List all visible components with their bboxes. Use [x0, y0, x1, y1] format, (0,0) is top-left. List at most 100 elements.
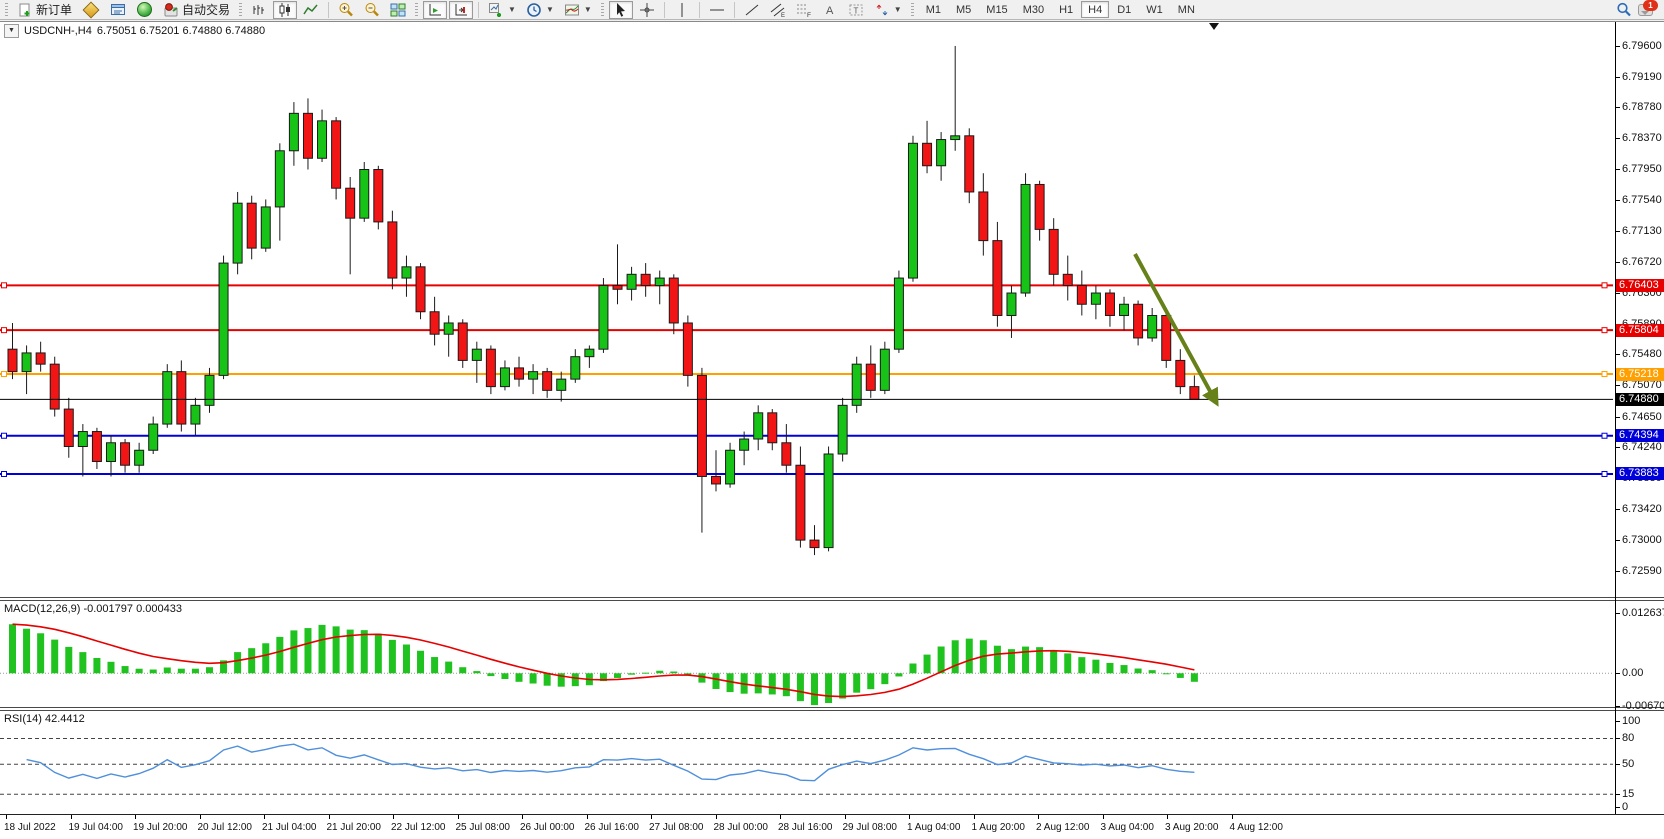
- timeframe-h4[interactable]: H4: [1081, 1, 1109, 18]
- hline-handle[interactable]: [1602, 433, 1607, 438]
- indicators-button[interactable]: ▼: [484, 1, 520, 19]
- macd-bar: [1135, 669, 1142, 674]
- candle-body: [697, 375, 706, 476]
- macd-bar: [1078, 657, 1085, 673]
- horizontal-line-tool-button[interactable]: [705, 1, 729, 19]
- search-icon[interactable]: [1616, 2, 1632, 18]
- cursor-icon: [613, 2, 629, 18]
- hline-handle[interactable]: [1602, 283, 1607, 288]
- templates-button[interactable]: ▼: [560, 1, 596, 19]
- periods-button[interactable]: ▼: [522, 1, 558, 19]
- toolbar-grip[interactable]: [911, 3, 914, 17]
- tile-windows-button[interactable]: [386, 1, 410, 19]
- macd-bar: [909, 663, 916, 673]
- zoom-in-button[interactable]: [334, 1, 358, 19]
- candle-body: [1148, 315, 1157, 337]
- news-button[interactable]: [132, 1, 157, 19]
- data-window-icon: [110, 2, 126, 18]
- toolbar-grip[interactable]: [239, 3, 242, 17]
- zoom-out-button[interactable]: [360, 1, 384, 19]
- svg-text:T: T: [853, 6, 858, 15]
- time-axis-label: 2 Aug 12:00: [1036, 822, 1089, 833]
- arrows-tool-button[interactable]: ▼: [870, 1, 906, 19]
- time-axis-label: 26 Jul 00:00: [520, 822, 575, 833]
- macd-bar: [9, 624, 16, 673]
- chart-shift-button[interactable]: [449, 1, 473, 19]
- dropdown-caret-icon: ▼: [894, 5, 902, 14]
- auto-scroll-button[interactable]: [423, 1, 447, 19]
- hline-handle[interactable]: [2, 328, 7, 333]
- data-window-button[interactable]: [106, 1, 130, 19]
- hline-handle[interactable]: [1602, 372, 1607, 377]
- macd-bar: [895, 673, 902, 676]
- timeframe-m15[interactable]: M15: [979, 1, 1014, 18]
- timeframe-m5[interactable]: M5: [949, 1, 978, 18]
- candle-body: [472, 349, 481, 360]
- macd-canvas[interactable]: [0, 601, 1615, 707]
- macd-bar: [530, 673, 537, 683]
- macd-bar: [966, 639, 973, 674]
- trendline-tool-button[interactable]: [740, 1, 764, 19]
- one-click-trading-toggle[interactable]: ▼: [4, 24, 19, 38]
- text-tool-button[interactable]: A: [818, 1, 842, 19]
- macd-bar: [825, 673, 832, 703]
- hline-handle[interactable]: [2, 471, 7, 476]
- candle-body: [712, 476, 721, 483]
- candle-body: [332, 121, 341, 188]
- timeframe-m30[interactable]: M30: [1016, 1, 1051, 18]
- main-chart-pane[interactable]: ▼ USDCNH-,H4 6.75051 6.75201 6.74880 6.7…: [0, 22, 1664, 597]
- rsi-pane[interactable]: RSI(14) 42.4412: [0, 711, 1664, 814]
- candle-body: [360, 169, 369, 218]
- hline-handle[interactable]: [2, 372, 7, 377]
- toolbar-grip[interactable]: [5, 3, 8, 17]
- toolbar-grip[interactable]: [415, 3, 418, 17]
- price-chart-canvas[interactable]: [0, 22, 1615, 597]
- hline-handle[interactable]: [2, 433, 7, 438]
- rsi-canvas[interactable]: [0, 711, 1615, 814]
- timeframe-mn[interactable]: MN: [1171, 1, 1202, 18]
- text-label-tool-button[interactable]: T: [844, 1, 868, 19]
- notifications-button[interactable]: 1: [1638, 2, 1656, 18]
- timeframe-w1[interactable]: W1: [1139, 1, 1170, 18]
- candlestick-mode-button[interactable]: [273, 1, 297, 19]
- chart-shift-icon: [453, 2, 469, 18]
- autotrading-button[interactable]: 自动交易: [159, 1, 234, 19]
- macd-bar: [867, 673, 874, 689]
- candle-body: [937, 140, 946, 166]
- macd-bar: [994, 646, 1001, 674]
- macd-bar: [628, 673, 635, 674]
- candle-body: [1021, 184, 1030, 293]
- crosshair-tool-button[interactable]: [635, 1, 659, 19]
- toolbar-separator: [664, 2, 665, 18]
- bar-chart-mode-button[interactable]: [247, 1, 271, 19]
- autotrading-label: 自动交易: [182, 1, 230, 18]
- macd-bar: [122, 666, 129, 673]
- line-chart-mode-button[interactable]: [299, 1, 323, 19]
- time-axis[interactable]: 18 Jul 202219 Jul 04:0019 Jul 20:0020 Ju…: [0, 814, 1664, 839]
- channel-tool-button[interactable]: E: [766, 1, 790, 19]
- chart-shift-marker-icon[interactable]: [1209, 23, 1219, 30]
- hline-handle[interactable]: [1602, 471, 1607, 476]
- timeframe-m1[interactable]: M1: [919, 1, 948, 18]
- vertical-line-tool-button[interactable]: [670, 1, 694, 19]
- toolbar-grip[interactable]: [601, 3, 604, 17]
- candle-body: [163, 372, 172, 424]
- chart-profiles-button[interactable]: [78, 1, 104, 19]
- hline-handle[interactable]: [2, 283, 7, 288]
- candle-body: [64, 409, 73, 446]
- candle-body: [908, 143, 917, 278]
- new-order-button[interactable]: 新订单: [13, 1, 76, 19]
- candle-body: [923, 143, 932, 165]
- time-axis-label: 1 Aug 20:00: [972, 822, 1025, 833]
- hline-handle[interactable]: [1602, 328, 1607, 333]
- fibonacci-tool-button[interactable]: F: [792, 1, 816, 19]
- chart-window: ▼ USDCNH-,H4 6.75051 6.75201 6.74880 6.7…: [0, 21, 1664, 839]
- candle-body: [78, 432, 87, 447]
- timeframe-d1[interactable]: D1: [1110, 1, 1138, 18]
- cursor-tool-button[interactable]: [609, 1, 633, 19]
- candle-body: [824, 454, 833, 548]
- macd-bar: [37, 633, 44, 673]
- macd-bar: [178, 669, 185, 674]
- macd-pane[interactable]: MACD(12,26,9) -0.001797 0.000433: [0, 601, 1664, 707]
- timeframe-h1[interactable]: H1: [1052, 1, 1080, 18]
